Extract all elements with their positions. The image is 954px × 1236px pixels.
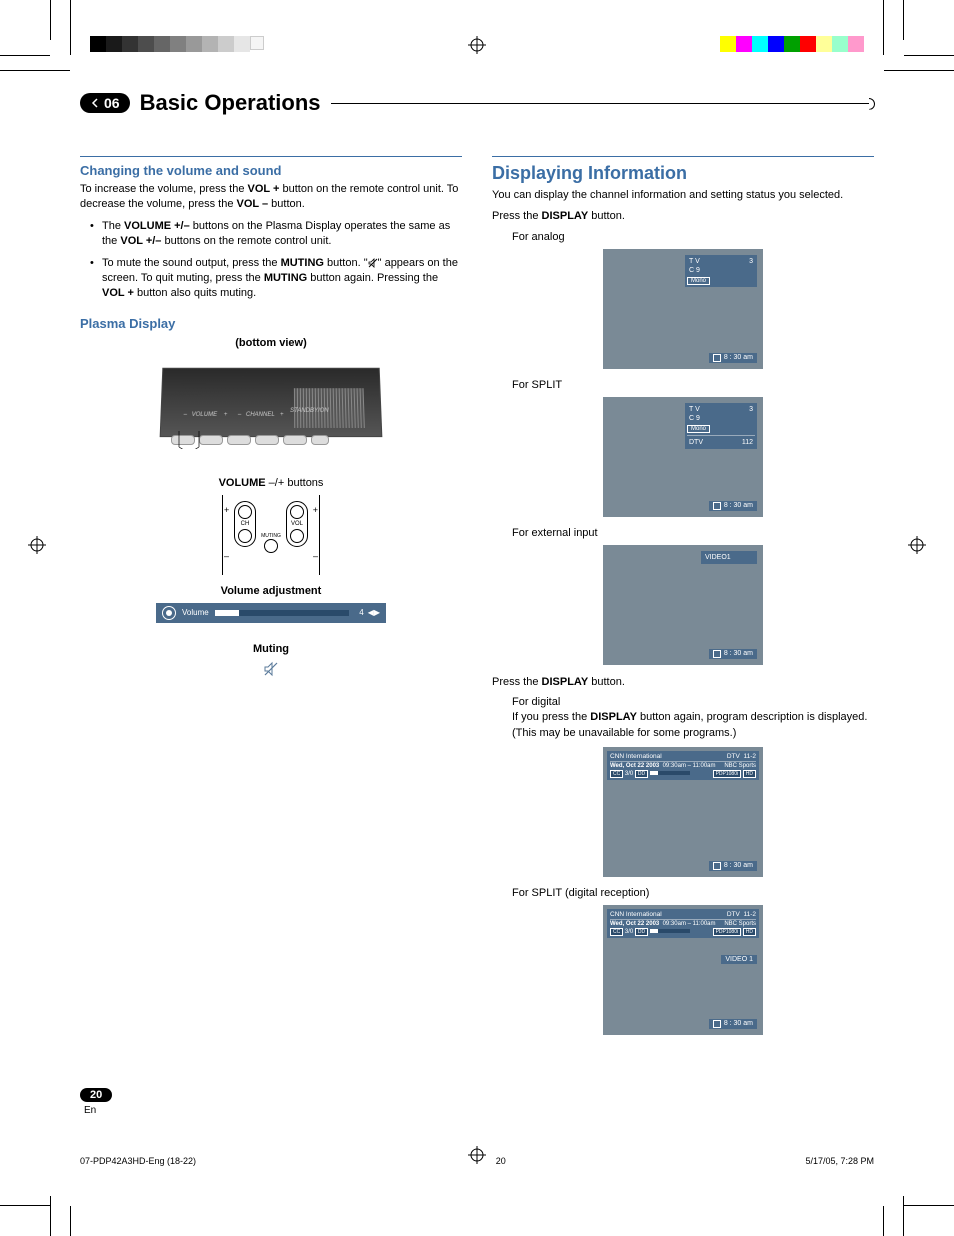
doc-timestamp: 5/17/05, 7:28 PM: [805, 1156, 874, 1166]
bottom-view-label: (bottom view): [80, 337, 462, 349]
mute-icon: [263, 661, 279, 677]
for-split-digital-label: For SPLIT (digital reception): [512, 887, 874, 899]
registration-mark-right: [908, 536, 926, 554]
chapter-number-pill: 06: [80, 93, 130, 113]
display-info-intro: You can display the channel information …: [492, 188, 874, 203]
registration-mark-bottom: [468, 1146, 486, 1164]
volume-bullets: The VOLUME +/– buttons on the Plasma Dis…: [90, 219, 462, 302]
arrows-icon: ◀▶: [368, 608, 380, 617]
video1-sublabel: VIDEO 1: [721, 955, 757, 964]
press-display-2: Press the DISPLAY button.: [492, 675, 874, 690]
heading-displaying-information: Displaying Information: [492, 163, 874, 184]
registration-mark-left: [28, 536, 46, 554]
chapter-title: Basic Operations: [140, 90, 321, 116]
crop-marks-bottom: [0, 1176, 954, 1236]
chevron-left-icon: [90, 98, 100, 108]
doc-name: 07-PDP42A3HD-Eng (18-22): [80, 1156, 196, 1166]
left-column: Changing the volume and sound To increas…: [80, 146, 462, 1045]
osd-analog: T V3 C 9 Mono 8 : 30 am: [603, 249, 763, 369]
crop-marks-top: [0, 0, 954, 80]
clock-icon: [713, 862, 721, 870]
osd-split-digital: CNN International DTV 11-2 Wed, Oct 22 2…: [603, 905, 763, 1035]
heading-muting: Muting: [80, 643, 462, 655]
heading-volume-adjustment: Volume adjustment: [80, 585, 462, 597]
digital-note: If you press the DISPLAY button again, p…: [512, 710, 874, 741]
mute-icon-inline: [368, 258, 378, 268]
for-analog-label: For analog: [512, 231, 874, 243]
bullet-volume-buttons: The VOLUME +/– buttons on the Plasma Dis…: [90, 219, 462, 250]
chapter-header: 06 Basic Operations: [80, 90, 874, 116]
vol-rocker: VOL: [286, 501, 308, 547]
volume-instructions: To increase the volume, press the VOL + …: [80, 182, 462, 213]
bullet-muting: To mute the sound output, press the MUTI…: [90, 256, 462, 302]
volume-buttons-caption: VOLUME –/+ buttons: [151, 477, 391, 489]
registration-mark-top: [468, 36, 486, 54]
plasma-display-illustration: – VOLUME + – CHANNEL + STANDBY/ON VOLUME…: [151, 355, 391, 485]
volume-value: 4: [359, 608, 363, 617]
press-display-1: Press the DISPLAY button.: [492, 209, 874, 224]
clock-icon: [713, 354, 721, 362]
callout-arrow-icon: [175, 429, 205, 449]
volume-label: Volume: [182, 608, 209, 617]
osd-external: VIDEO1 8 : 30 am: [603, 545, 763, 665]
osd-split: T V3 C 9 Mono DTV112 8 : 30 am: [603, 397, 763, 517]
muting-button-illus: MUTING: [260, 533, 282, 553]
right-column: Displaying Information You can display t…: [492, 146, 874, 1045]
for-split-label: For SPLIT: [512, 379, 874, 391]
heading-plasma-display: Plasma Display: [80, 316, 462, 331]
volume-osd-bar: Volume 4 ◀▶: [156, 603, 386, 623]
page-footer: 20 En: [80, 1085, 874, 1116]
ch-rocker: CH: [234, 501, 256, 547]
for-digital-label: For digital: [512, 696, 874, 708]
remote-cluster-illustration: CH VOL MUTING + – + –: [216, 495, 326, 575]
osd-digital: CNN International DTV 11-2 Wed, Oct 22 2…: [603, 747, 763, 877]
power-icon: [162, 606, 176, 620]
color-bars-bw: [90, 36, 264, 52]
chapter-number: 06: [104, 95, 120, 111]
color-bars-color: [720, 36, 864, 52]
clock-icon: [713, 502, 721, 510]
heading-changing-volume: Changing the volume and sound: [80, 163, 462, 178]
page-number: 20: [80, 1088, 112, 1102]
clock-icon: [713, 1020, 721, 1028]
language-label: En: [84, 1105, 874, 1116]
doc-page: 20: [496, 1156, 506, 1166]
for-external-label: For external input: [512, 527, 874, 539]
clock-icon: [713, 650, 721, 658]
